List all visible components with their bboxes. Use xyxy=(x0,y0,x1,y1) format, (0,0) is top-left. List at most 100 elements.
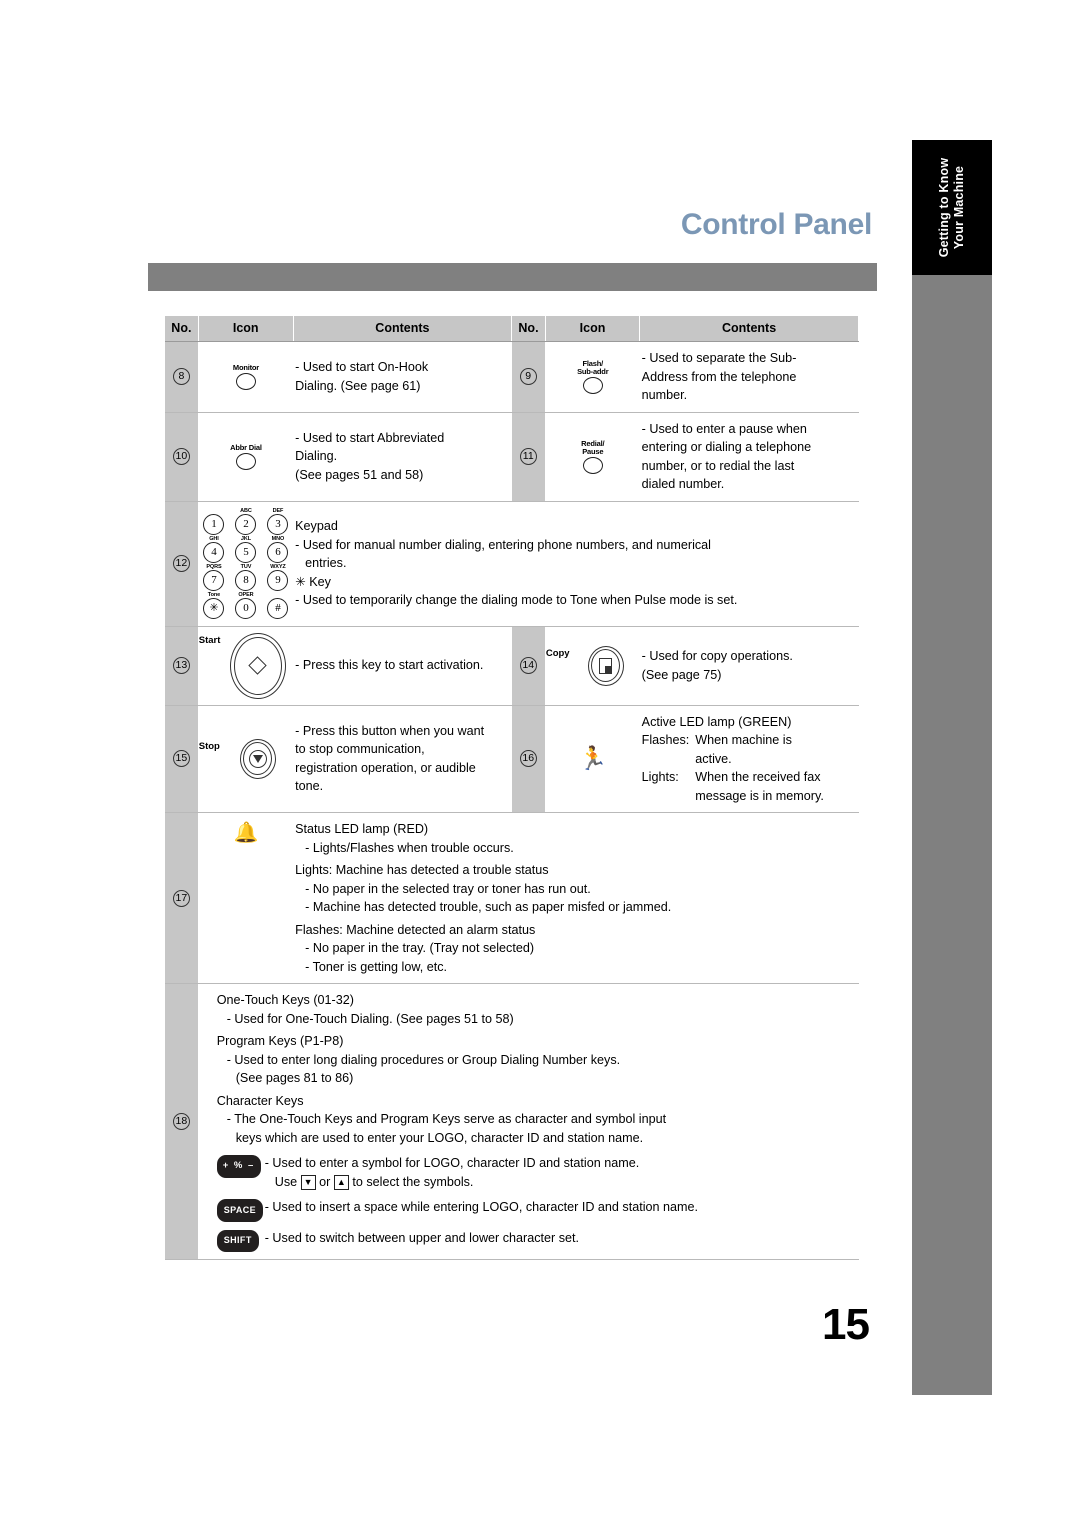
keypad-key-4: GHI 4 xyxy=(200,536,227,563)
contents-cell: Active LED lamp (GREEN) Flashes: When ma… xyxy=(639,705,859,813)
row-number-18: 18 xyxy=(172,1113,190,1130)
row-number-15: 15 xyxy=(172,750,190,768)
character-keys-item: - The One-Touch Keys and Program Keys se… xyxy=(226,1112,667,1126)
column-header-no-left: No. xyxy=(165,316,199,342)
shift-key-badge-wrap: SHIFT xyxy=(216,1229,265,1252)
keypad-digit-6: 6 xyxy=(267,541,289,563)
keypad-key-9: WXYZ 9 xyxy=(264,564,291,591)
contents-cell: - Press this key to start activation. xyxy=(293,626,512,706)
stop-button-ring xyxy=(239,738,276,779)
keypad-key-3: DEF 3 xyxy=(264,508,291,535)
shift-key-description: - Used to switch between upper and lower… xyxy=(264,1230,580,1245)
column-header-no-right: No. xyxy=(511,316,546,342)
keypad-sub-1 xyxy=(200,508,227,514)
control-panel-table: No. Icon Contents No. Icon Contents 8 Mo… xyxy=(165,316,859,1260)
keypad-digit-7: 7 xyxy=(203,569,225,591)
keypad-sub-star: Tone xyxy=(207,591,221,598)
shift-key-entry: SHIFT - Used to switch between upper and… xyxy=(216,1229,853,1252)
program-keys-item-cont: (See pages 81 to 86) xyxy=(235,1071,354,1085)
keypad-line-1: - Used for manual number dialing, enteri… xyxy=(295,537,711,552)
active-led-heading: Active LED lamp (GREEN) xyxy=(641,714,792,729)
stop-button-icon: Stop xyxy=(198,738,293,779)
keypad-sub-5: JKL xyxy=(240,535,251,542)
keypad-key-6: MNO 6 xyxy=(264,536,291,563)
icon-cell-flash-subaddr: Flash/ Sub-addr xyxy=(545,341,640,413)
icon-cell-copy: Copy xyxy=(545,626,640,706)
one-touch-keys-heading: One-Touch Keys (01-32) xyxy=(216,993,354,1007)
bell-icon: 🔔 xyxy=(233,822,259,844)
space-key-badge: SPACE xyxy=(216,1199,264,1222)
down-arrow-icon: ▼ xyxy=(300,1174,316,1190)
running-person-icon: 🏃 xyxy=(578,745,608,772)
keypad-digit-4: 4 xyxy=(203,541,225,563)
page-title: Control Panel xyxy=(680,208,872,241)
keypad-row: Tone ✳ OPER 0 # xyxy=(200,592,291,619)
status-led-flashes-item-2: - Toner is getting low, etc. xyxy=(305,959,448,974)
keypad-sub-hash xyxy=(264,592,291,598)
row-number-cell: 10 xyxy=(165,412,199,502)
symbol-key-use-label: Use xyxy=(274,1174,298,1189)
table-row: 8 Monitor - Used to start On-Hook Dialin… xyxy=(165,341,859,413)
contents-cell: - Used to enter a pause when entering or… xyxy=(639,412,859,502)
copy-button-icon: Copy xyxy=(545,645,640,686)
icon-cell-keypad: 1 ABC 2 DEF 3 GHI 4 JKL 5 MNO 6 PQRS 7 T… xyxy=(198,501,294,627)
status-led-lights-item-2: - Machine has detected trouble, such as … xyxy=(305,900,672,914)
state-key: Flashes: xyxy=(641,733,690,747)
keypad-row: PQRS 7 TUV 8 WXYZ 9 xyxy=(200,564,291,591)
space-key-entry: SPACE - Used to insert a space while ent… xyxy=(216,1198,853,1222)
contents-cell: - Press this button when you want to sto… xyxy=(293,705,512,813)
program-keys-item: - Used to enter long dialing procedures … xyxy=(226,1052,621,1067)
icon-cell-monitor: Monitor xyxy=(198,341,294,413)
keypad-heading: Keypad xyxy=(295,519,338,534)
state-key: Lights: xyxy=(641,770,679,784)
row-number-cell: 12 xyxy=(165,501,199,627)
column-header-icon-right: Icon xyxy=(545,316,641,342)
keypad-sub-9: WXYZ xyxy=(270,563,286,570)
state-value: When the received fax xyxy=(695,770,821,784)
document-page: Getting to Know Your Machine Control Pan… xyxy=(0,0,1080,1528)
state-row: active. xyxy=(642,750,824,769)
keypad-key-star: Tone ✳ xyxy=(200,592,227,619)
round-button-icon xyxy=(235,372,256,390)
section-tab-gray-extension xyxy=(912,275,992,1395)
table-row: 10 Abbr Dial - Used to start Abbreviated… xyxy=(165,412,859,502)
start-button-ring xyxy=(229,632,286,699)
copy-button-ring xyxy=(587,645,624,686)
keypad-line-1b: entries. xyxy=(305,556,347,571)
keypad-digit-9: 9 xyxy=(267,569,289,591)
table-row-status-led: 17 🔔 Status LED lamp (RED) - Lights/Flas… xyxy=(165,812,859,984)
keypad-sub-7: PQRS xyxy=(206,563,222,570)
state-value: When machine is xyxy=(695,733,792,747)
contents-cell: - Used for copy operations. (See page 75… xyxy=(639,626,859,706)
contents-cell-character-keys: One-Touch Keys (01-32) - Used for One-To… xyxy=(198,983,859,1260)
page-number: 15 xyxy=(822,1300,870,1349)
keypad-key-7: PQRS 7 xyxy=(200,564,227,591)
keypad-icon: 1 ABC 2 DEF 3 GHI 4 JKL 5 MNO 6 PQRS 7 T… xyxy=(200,508,291,620)
icon-cell-status-led: 🔔 xyxy=(198,812,294,984)
symbol-key-badge-wrap: + % – xyxy=(216,1154,265,1178)
keypad-digit-hash: # xyxy=(267,597,289,619)
column-header-icon-left: Icon xyxy=(198,316,294,342)
state-value: message is in memory. xyxy=(695,788,824,803)
key-label-copy: Copy xyxy=(545,647,570,659)
key-label-redial-pause: Redial/ Pause xyxy=(581,438,605,456)
row-number-8: 8 xyxy=(172,368,190,386)
keypad-key-8: TUV 8 xyxy=(232,564,259,591)
symbol-key-badge: + % – xyxy=(216,1155,261,1178)
table-row-keypad: 12 1 ABC 2 DEF 3 GHI 4 JKL 5 MNO 6 PQRS … xyxy=(165,501,859,627)
symbol-key-description: - Used to enter a symbol for LOGO, chara… xyxy=(265,1154,853,1191)
section-tab-label: Getting to Know Your Machine xyxy=(937,157,966,258)
table-row-character-keys: 18 One-Touch Keys (01-32) - Used for One… xyxy=(165,983,859,1260)
keypad-sub-3: DEF xyxy=(272,507,284,514)
state-row: message is in memory. xyxy=(642,787,824,806)
key-label-stop: Stop xyxy=(198,740,220,752)
row-number-cell: 8 xyxy=(165,341,199,413)
row-number-12: 12 xyxy=(172,555,190,572)
contents-cell: - Used to separate the Sub- Address from… xyxy=(639,341,859,413)
row-number-cell: 13 xyxy=(165,626,199,706)
key-label-flash-subaddr: Flash/ Sub-addr xyxy=(577,358,609,376)
up-arrow-icon: ▲ xyxy=(333,1174,349,1190)
row-number-9: 9 xyxy=(519,368,537,386)
state-key xyxy=(642,787,696,806)
section-tab-getting-to-know: Getting to Know Your Machine xyxy=(912,140,992,275)
